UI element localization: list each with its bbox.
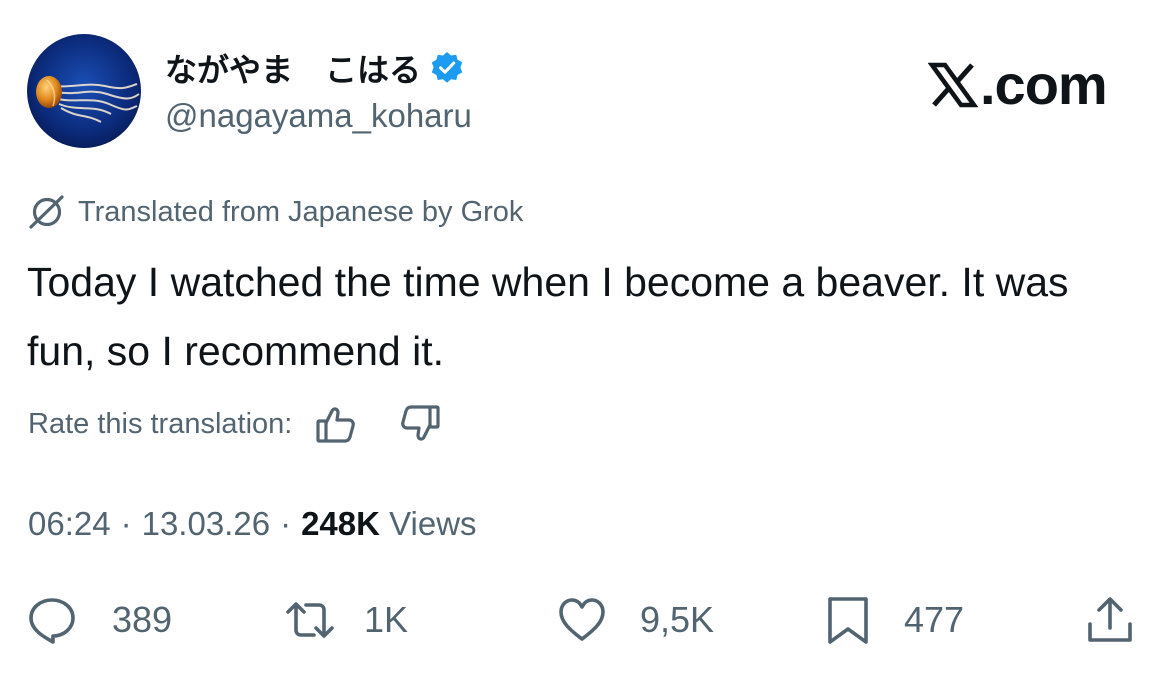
share-icon: [1084, 594, 1136, 646]
translation-note-text: Translated from Japanese by Grok: [78, 195, 524, 228]
meta-separator: ·: [280, 505, 292, 542]
thumbs-down-icon[interactable]: [398, 402, 442, 446]
tweet-meta: 06:24 · 13.03.26 · 248K Views: [28, 505, 477, 543]
like-button[interactable]: 9,5K: [556, 594, 714, 646]
meta-separator: ·: [120, 505, 132, 542]
jellyfish-avatar: [27, 34, 141, 148]
reply-count: 389: [112, 599, 173, 640]
bookmark-icon: [822, 594, 874, 646]
views-count: 248K: [301, 505, 380, 542]
bookmark-count: 477: [904, 599, 965, 640]
repost-icon: [284, 594, 336, 646]
heart-icon: [556, 594, 608, 646]
rate-translation-label: Rate this translation:: [28, 407, 293, 440]
reply-button[interactable]: 389: [26, 594, 172, 646]
bookmark-button[interactable]: 477: [822, 594, 964, 646]
reply-icon: [26, 594, 78, 646]
x-logo-icon: [928, 60, 978, 110]
like-count: 9,5K: [640, 599, 715, 640]
display-name-text[interactable]: ながやま こはる: [165, 45, 421, 91]
site-logo-text: .com: [980, 53, 1108, 116]
share-button[interactable]: [1084, 594, 1136, 646]
rate-translation-row: Rate this translation:: [28, 402, 442, 446]
user-handle[interactable]: @nagayama_koharu: [165, 97, 472, 135]
views-label: Views: [389, 505, 477, 542]
thumbs-up-icon[interactable]: [314, 402, 358, 446]
tweet-time[interactable]: 06:24: [28, 505, 111, 542]
repost-button[interactable]: 1K: [284, 594, 408, 646]
display-name[interactable]: ながやま こはる: [165, 46, 465, 90]
grok-icon: [26, 192, 66, 232]
tweet-date[interactable]: 13.03.26: [142, 505, 270, 542]
translation-note: Translated from Japanese by Grok: [26, 192, 523, 232]
repost-count: 1K: [364, 599, 409, 640]
verified-badge-icon: [429, 50, 465, 86]
avatar[interactable]: [27, 34, 141, 148]
tweet-text: Today I watched the time when I become a…: [27, 259, 1069, 374]
site-logo: .com: [928, 52, 1108, 117]
